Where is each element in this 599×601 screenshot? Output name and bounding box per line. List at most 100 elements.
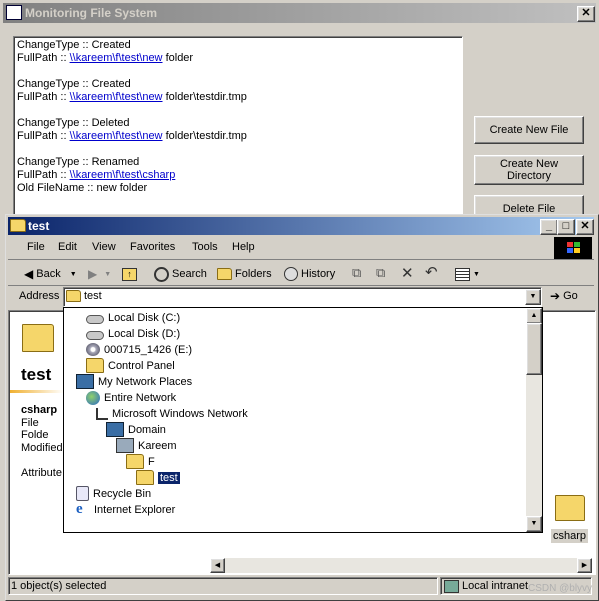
folder-heading: test (21, 365, 52, 384)
address-dropdown-button[interactable]: ▼ (525, 289, 541, 305)
menu-edit[interactable]: Edit (58, 241, 77, 253)
folder-icon (10, 219, 26, 232)
go-arrow-icon: ➔ (550, 289, 561, 303)
dropdown-item[interactable]: e Internet Explorer (76, 502, 175, 517)
dropdown-item[interactable]: Entire Network (86, 390, 176, 405)
up-folder-icon: ↑ (122, 267, 137, 281)
scroll-right-button[interactable]: ▶ (577, 558, 592, 573)
dropdown-vscrollbar[interactable]: ▲ ▼ (526, 308, 542, 532)
log-line: Old FileName :: new folder (17, 182, 148, 194)
create-directory-button[interactable]: Create New Directory (474, 155, 584, 185)
undo-icon[interactable]: ↶ (425, 263, 441, 281)
menu-favorites[interactable]: Favorites (130, 241, 175, 253)
chevron-down-icon: ▼ (104, 270, 112, 278)
copy-to-icon[interactable]: ⧉ (376, 265, 392, 281)
log-line: FullPath :: \\kareem\f\test\new folder (17, 52, 194, 64)
scroll-left-button[interactable]: ◀ (210, 558, 225, 573)
dropdown-item[interactable]: Local Disk (D:) (86, 326, 180, 341)
close-button[interactable]: ✕ (576, 219, 594, 235)
folders-button[interactable]: Folders (217, 265, 272, 283)
app-icon (6, 5, 22, 20)
monitor-log-box[interactable]: ChangeType :: Created FullPath :: \\kare… (13, 36, 463, 216)
file-item-csharp[interactable]: csharp (551, 493, 589, 545)
computer-icon (116, 438, 134, 453)
dropdown-item[interactable]: Domain (106, 422, 166, 437)
scroll-down-button[interactable]: ▼ (526, 516, 542, 532)
menu-view[interactable]: View (92, 241, 116, 253)
folder-icon (555, 495, 585, 521)
folders-icon (217, 268, 232, 280)
drive-icon (86, 314, 104, 324)
dropdown-item[interactable]: Kareem (116, 438, 177, 453)
dropdown-item[interactable]: Microsoft Windows Network (96, 406, 248, 421)
address-dropdown-list[interactable]: ▲ ▼ Local Disk (C:) Local Disk (D:) 0007… (63, 307, 543, 533)
forward-arrow-icon: ▶ (88, 267, 98, 281)
scroll-up-button[interactable]: ▲ (526, 308, 542, 324)
maximize-button[interactable]: □ (557, 219, 575, 235)
dropdown-item-selected[interactable]: test (136, 470, 180, 485)
menu-tools[interactable]: Tools (192, 241, 218, 253)
log-line: ChangeType :: Deleted (17, 117, 130, 129)
dropdown-item[interactable]: Recycle Bin (76, 486, 151, 501)
log-text: ChangeType :: Created FullPath :: \\kare… (17, 39, 247, 195)
minimize-button[interactable]: _ (540, 219, 558, 235)
path-link[interactable]: \\kareem\f\test\new (70, 91, 163, 103)
item-attributes: Attribute (21, 467, 62, 479)
search-icon (154, 266, 169, 282)
views-icon (455, 267, 470, 281)
log-line: FullPath :: \\kareem\f\test\new folder\t… (17, 130, 247, 142)
globe-icon (86, 390, 100, 405)
history-icon (284, 267, 298, 281)
horizontal-scrollbar[interactable]: ◀ ▶ (210, 558, 592, 573)
intranet-icon (444, 580, 459, 593)
watermark: CSDN @blyvy (528, 583, 593, 594)
back-arrow-icon: ◀ (24, 267, 34, 281)
item-modified: Modified (21, 442, 63, 454)
address-field[interactable]: test ▼ (63, 287, 542, 307)
share-folder-icon (126, 454, 144, 469)
delete-icon[interactable]: ✕ (401, 264, 417, 282)
dropdown-item[interactable]: My Network Places (76, 374, 192, 389)
menu-help[interactable]: Help (232, 241, 255, 253)
folder-open-icon (136, 470, 154, 485)
search-button[interactable]: Search (154, 265, 207, 283)
history-button[interactable]: History (284, 265, 335, 283)
windows-logo (554, 237, 592, 259)
monitor-close-button[interactable]: ✕ (577, 6, 595, 22)
explorer-titlebar[interactable]: test _ □ ✕ (8, 217, 594, 235)
path-link[interactable]: \\kareem\f\test\csharp (70, 169, 176, 181)
back-button[interactable]: ◀ Back ▼ (24, 265, 77, 283)
monitor-window: Monitoring File System ✕ ChangeType :: C… (0, 0, 599, 223)
dropdown-item[interactable]: Local Disk (C:) (86, 310, 180, 325)
go-button[interactable]: ➔ Go (550, 289, 578, 303)
create-file-button[interactable]: Create New File (474, 116, 584, 144)
cd-drive-icon (86, 343, 100, 356)
forward-button[interactable]: ▶ ▼ (88, 265, 111, 283)
address-value: test (84, 290, 102, 302)
menu-file[interactable]: File (27, 241, 45, 253)
dropdown-item[interactable]: 000715_1426 (E:) (86, 342, 192, 357)
views-button[interactable]: ▼ (455, 265, 480, 283)
dropdown-item[interactable]: F (126, 454, 155, 469)
folder-large-icon (22, 324, 54, 352)
network-places-icon (76, 374, 94, 389)
network-icon (96, 407, 108, 420)
move-to-icon[interactable]: ⧉ (352, 265, 368, 281)
address-label: Address (19, 290, 60, 302)
drive-icon (86, 330, 104, 340)
monitor-title: Monitoring File System (25, 6, 158, 20)
path-link[interactable]: \\kareem\f\test\new (70, 52, 163, 64)
scroll-thumb[interactable] (526, 323, 542, 375)
item-type: File Folde (21, 417, 49, 441)
log-line: ChangeType :: Created (17, 39, 131, 51)
chevron-down-icon: ▼ (69, 270, 77, 278)
log-line: ChangeType :: Created (17, 78, 131, 90)
up-button[interactable]: ↑ (122, 265, 137, 283)
log-line: FullPath :: \\kareem\f\test\new folder\t… (17, 91, 247, 103)
path-link[interactable]: \\kareem\f\test\new (70, 130, 163, 142)
dropdown-item[interactable]: Control Panel (86, 358, 175, 373)
explorer-title: test (28, 219, 50, 233)
monitor-titlebar[interactable]: Monitoring File System ✕ (3, 3, 596, 23)
status-text: 1 object(s) selected (11, 580, 107, 592)
status-bar: 1 object(s) selected Local intranet CSDN… (8, 576, 594, 596)
